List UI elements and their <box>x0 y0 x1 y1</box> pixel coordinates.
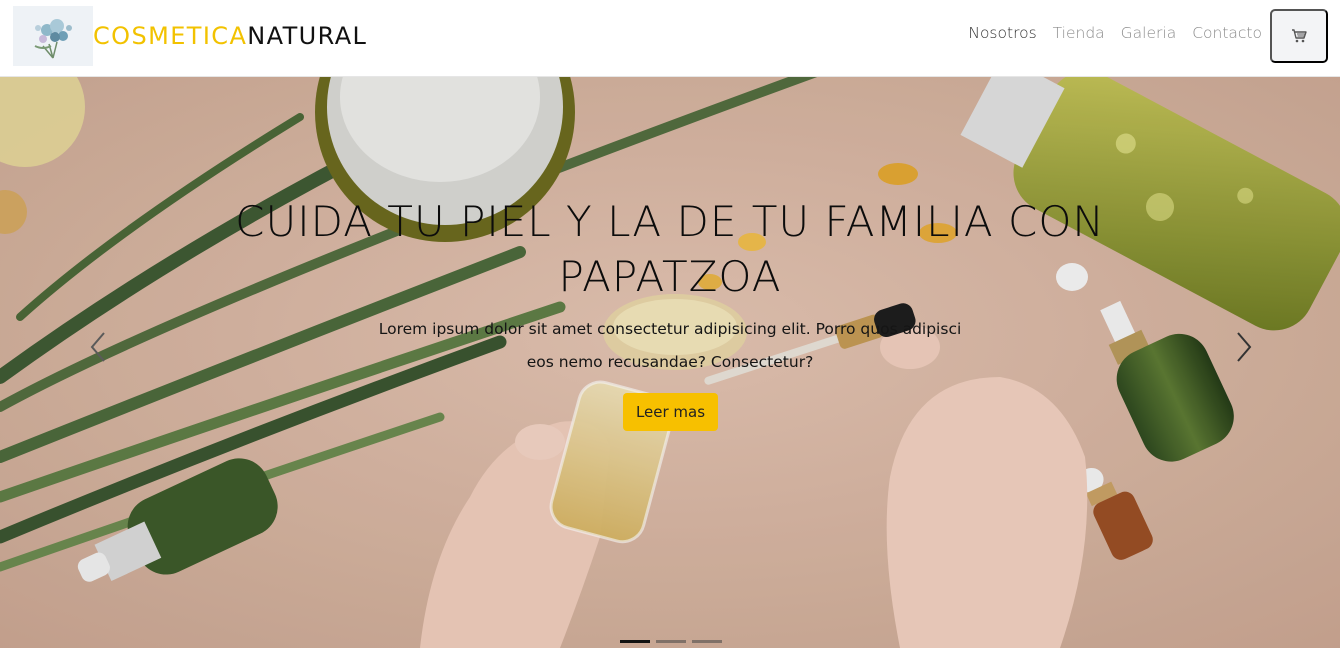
hero-title: CUIDA TU PIEL Y LA DE TU FAMILIA CON PAP… <box>235 197 1105 301</box>
chevron-right-icon <box>1237 332 1252 362</box>
cart-button[interactable] <box>1270 9 1328 63</box>
carousel-prev-button[interactable] <box>80 327 120 367</box>
brand-link[interactable]: COSMETICANATURAL <box>13 6 367 66</box>
carousel-next-button[interactable] <box>1224 327 1264 367</box>
read-more-button[interactable]: Leer mas <box>623 393 718 431</box>
brand-name: COSMETICANATURAL <box>93 24 367 48</box>
navbar: COSMETICANATURAL Nosotros Tienda Galeria… <box>0 0 1340 77</box>
nav-link-contacto[interactable]: Contacto <box>1192 24 1262 42</box>
carousel-indicators <box>620 640 722 643</box>
brand-name-part2: NATURAL <box>247 22 368 50</box>
nav-link-tienda[interactable]: Tienda <box>1053 24 1105 42</box>
flower-bouquet-logo-icon <box>13 6 93 66</box>
hero-carousel: CUIDA TU PIEL Y LA DE TU FAMILIA CON PAP… <box>0 77 1340 648</box>
chevron-left-icon <box>90 332 105 362</box>
carousel-indicator-1[interactable] <box>620 640 650 643</box>
shopping-cart-icon <box>1292 29 1307 43</box>
carousel-indicator-3[interactable] <box>692 640 722 643</box>
nav-link-nosotros[interactable]: Nosotros <box>968 24 1036 42</box>
main-nav: Nosotros Tienda Galeria Contacto <box>968 24 1262 42</box>
brand-name-part1: COSMETICA <box>93 22 248 50</box>
carousel-indicator-2[interactable] <box>656 640 686 643</box>
hero-description: Lorem ipsum dolor sit amet consectetur a… <box>378 320 962 371</box>
nav-link-galeria[interactable]: Galeria <box>1121 24 1177 42</box>
